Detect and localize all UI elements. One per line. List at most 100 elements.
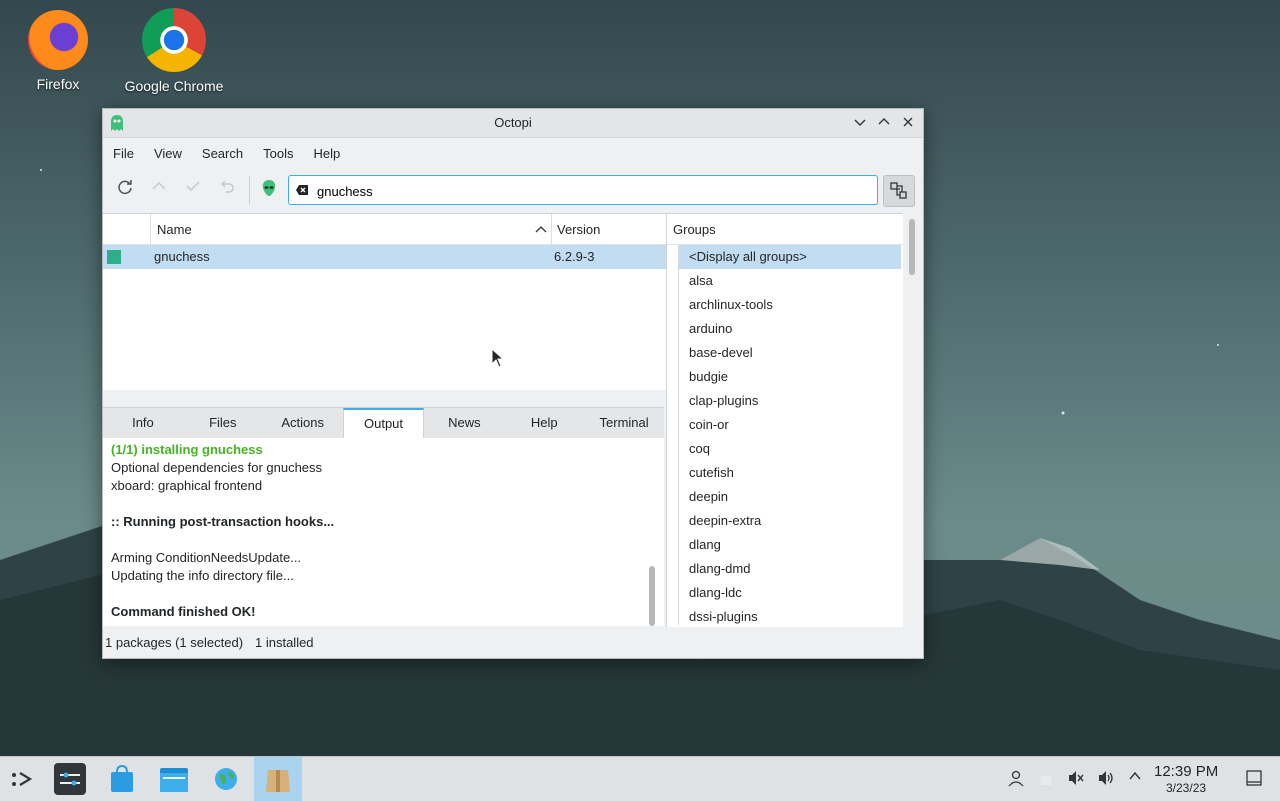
speaker-icon — [1099, 771, 1113, 785]
menu-help[interactable]: Help — [303, 146, 350, 161]
menu-tools[interactable]: Tools — [253, 146, 303, 161]
application-launcher[interactable] — [6, 763, 38, 795]
task-network-browser[interactable] — [210, 763, 242, 795]
minimize-button[interactable] — [850, 113, 870, 133]
updates-tray[interactable] — [1036, 769, 1056, 789]
search-field[interactable] — [288, 175, 878, 205]
user-switcher[interactable] — [1006, 769, 1026, 789]
tab-help[interactable]: Help — [504, 408, 584, 438]
task-system-settings[interactable] — [54, 763, 86, 795]
mouse-cursor-icon — [491, 348, 503, 368]
mute-button[interactable] — [1066, 769, 1086, 789]
package-table-header: Name Version — [103, 214, 666, 245]
status-packages: 1 packages (1 selected) — [105, 635, 244, 650]
status-bar: 1 packages (1 selected) 1 installed — [103, 631, 921, 657]
group-item[interactable]: cutefish — [689, 461, 734, 485]
settings-icon — [60, 772, 80, 786]
system-upgrade-button[interactable] — [147, 178, 171, 202]
group-item[interactable]: arduino — [689, 317, 732, 341]
toggle-view-button[interactable] — [883, 175, 915, 207]
column-separator — [150, 214, 151, 244]
sync-button[interactable] — [113, 178, 137, 202]
octopi-window: Octopi File View Search Tools Help gnuch… — [102, 108, 924, 659]
alien-icon — [262, 180, 276, 196]
updates-icon — [1040, 776, 1052, 785]
search-input[interactable] — [315, 180, 859, 202]
check-icon — [186, 181, 200, 192]
output-line: (1/1) installing gnuchess — [111, 442, 263, 457]
group-item[interactable]: base-devel — [689, 341, 753, 365]
commit-button[interactable] — [181, 178, 205, 202]
group-item[interactable]: dlang-ldc — [689, 581, 742, 605]
desktop-icon-label: Firefox — [36, 76, 80, 92]
close-button[interactable] — [898, 113, 918, 133]
menu-search[interactable]: Search — [192, 146, 253, 161]
column-version-header[interactable]: Version — [557, 222, 600, 237]
groups-header: Groups — [667, 214, 903, 245]
desktop-icon-firefox[interactable]: Firefox — [3, 10, 113, 92]
sync-icon — [118, 180, 132, 195]
package-box-icon — [266, 770, 290, 792]
group-item[interactable]: deepin — [689, 485, 728, 509]
group-item[interactable]: clap-plugins — [689, 389, 758, 413]
groups-header-label: Groups — [673, 222, 716, 237]
volume-button[interactable] — [1096, 769, 1116, 789]
group-item[interactable]: coin-or — [689, 413, 729, 437]
speaker-muted-icon — [1069, 771, 1084, 785]
clock-date[interactable]: 3/23/23 — [1166, 781, 1206, 795]
window-title: Octopi — [494, 115, 532, 130]
group-item[interactable]: coq — [689, 437, 710, 461]
show-hidden-tray[interactable] — [1125, 769, 1145, 789]
launcher-icon — [12, 772, 33, 786]
show-desktop-button[interactable] — [1244, 769, 1264, 789]
tab-output[interactable]: Output — [342, 408, 425, 438]
group-item[interactable]: dssi-plugins — [689, 605, 758, 627]
output-line: Updating the info directory file... — [111, 568, 294, 583]
aur-toggle-button[interactable] — [257, 178, 281, 202]
task-file-manager[interactable] — [158, 763, 190, 795]
table-row[interactable]: gnuchess 6.2.9-3 — [103, 245, 666, 269]
globe-icon — [215, 768, 237, 790]
group-item[interactable]: <Display all groups> — [679, 245, 901, 269]
maximize-button[interactable] — [874, 113, 894, 133]
chevron-up-icon — [878, 118, 890, 125]
group-item[interactable]: dlang — [689, 533, 721, 557]
output-panel: (1/1) installing gnuchess Optional depen… — [103, 438, 664, 626]
rollback-button[interactable] — [215, 178, 239, 202]
clear-search-icon[interactable] — [295, 183, 309, 197]
desktop-icon-label: Google Chrome — [124, 78, 224, 94]
tab-news[interactable]: News — [424, 408, 504, 438]
tab-terminal[interactable]: Terminal — [584, 408, 664, 438]
group-item[interactable]: budgie — [689, 365, 728, 389]
group-item[interactable]: alsa — [689, 269, 713, 293]
output-line: Command finished OK! — [111, 604, 256, 619]
output-line: :: Running post-transaction hooks... — [111, 514, 335, 529]
menu-view[interactable]: View — [144, 146, 192, 161]
output-line: Arming ConditionNeedsUpdate... — [111, 550, 302, 565]
groups-panel: Groups <Display all groups> alsa archlin… — [666, 213, 903, 627]
task-discover[interactable] — [106, 763, 138, 795]
tab-info[interactable]: Info — [103, 408, 183, 438]
toolbar-separator — [249, 176, 250, 204]
group-item[interactable]: archlinux-tools — [689, 293, 773, 317]
user-icon — [1008, 770, 1024, 787]
status-installed: 1 installed — [255, 635, 314, 650]
task-octopi[interactable] — [254, 757, 302, 801]
group-item[interactable]: deepin-extra — [689, 509, 761, 533]
menu-file[interactable]: File — [103, 146, 144, 161]
column-name-header[interactable]: Name — [157, 222, 192, 237]
clock-time[interactable]: 12:39 PM — [1154, 763, 1218, 780]
details-tabs: Info Files Actions Output News Help Term… — [103, 407, 664, 439]
sort-ascending-icon — [535, 226, 547, 233]
title-bar[interactable]: Octopi — [103, 109, 923, 138]
arrow-up-icon — [152, 181, 166, 190]
firefox-icon — [28, 10, 88, 70]
group-item[interactable]: dlang-dmd — [689, 557, 750, 581]
undo-icon — [220, 180, 234, 193]
tab-files[interactable]: Files — [183, 408, 263, 438]
groups-scrollbar[interactable] — [909, 219, 915, 275]
tree-line — [678, 245, 679, 625]
output-scrollbar[interactable] — [649, 566, 655, 626]
desktop-icon-chrome[interactable]: Google Chrome — [119, 8, 229, 94]
tab-actions[interactable]: Actions — [263, 408, 343, 438]
